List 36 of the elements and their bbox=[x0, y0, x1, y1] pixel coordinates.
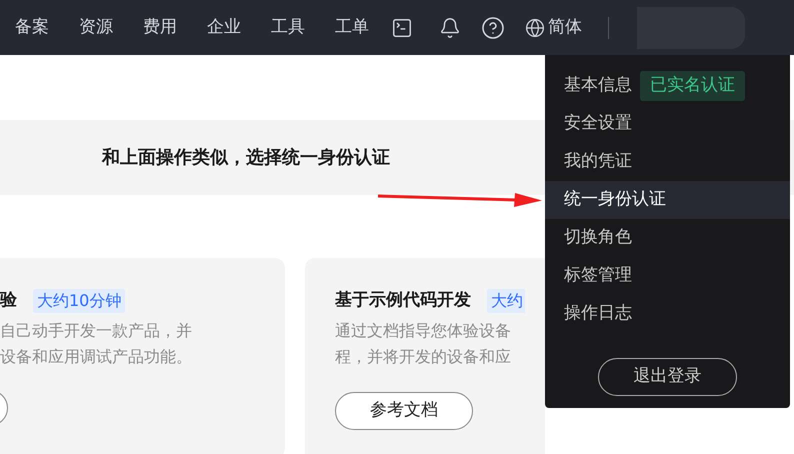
menu-item-label: 操作日志 bbox=[564, 302, 632, 326]
menu-item[interactable]: 操作日志 bbox=[545, 295, 790, 333]
notification-bell-icon[interactable] bbox=[439, 16, 461, 38]
menu-item[interactable]: 标签管理 bbox=[545, 257, 790, 295]
card-description: 自己动手开发一款产品，并 bbox=[0, 320, 193, 342]
logout-button[interactable]: 退出登录 bbox=[598, 358, 737, 396]
menu-item-label: 基本信息 bbox=[564, 74, 632, 98]
menu-item[interactable]: 统一身份认证 bbox=[545, 181, 790, 219]
duration-badge: 大约 bbox=[487, 288, 525, 313]
globe-icon[interactable] bbox=[525, 18, 545, 38]
menu-item[interactable]: 切换角色 bbox=[545, 219, 790, 257]
verified-badge: 已实名认证 bbox=[640, 71, 745, 101]
menu-item-label: 标签管理 bbox=[564, 264, 632, 288]
menu-item-label: 切换角色 bbox=[564, 226, 632, 250]
nav-link[interactable]: 资源 bbox=[79, 14, 113, 40]
menu-item[interactable]: 安全设置 bbox=[545, 105, 790, 143]
menu-item-label: 安全设置 bbox=[564, 112, 632, 136]
annotation-caption: 和上面操作类似，选择统一身份认证 bbox=[102, 146, 390, 170]
nav-link[interactable]: 备案 bbox=[15, 14, 49, 40]
nav-link[interactable]: 工单 bbox=[335, 14, 369, 40]
card-title: 基于示例代码开发 bbox=[335, 289, 471, 312]
card-description: 通过文档指导您体验设备 bbox=[335, 320, 512, 342]
nav-link[interactable]: 企业 bbox=[207, 14, 241, 40]
nav-link[interactable]: 费用 bbox=[143, 14, 177, 40]
language-link[interactable]: 简体 bbox=[548, 14, 582, 40]
nav-link[interactable]: 工具 bbox=[271, 14, 305, 40]
card-description: 程，并将开发的设备和应 bbox=[335, 346, 512, 368]
help-icon[interactable] bbox=[481, 16, 505, 40]
duration-badge: 大约10分钟 bbox=[33, 288, 126, 313]
reference-docs-button[interactable]: 参考文档 bbox=[335, 392, 473, 430]
menu-item-label: 我的凭证 bbox=[564, 150, 632, 174]
menu-item-label: 统一身份认证 bbox=[564, 188, 666, 212]
card-description: 设备和应用调试产品功能。 bbox=[0, 346, 193, 368]
terminal-icon[interactable] bbox=[391, 16, 413, 38]
menu-item[interactable]: 我的凭证 bbox=[545, 143, 790, 181]
menu-item[interactable]: 基本信息 已实名认证 bbox=[545, 67, 790, 105]
